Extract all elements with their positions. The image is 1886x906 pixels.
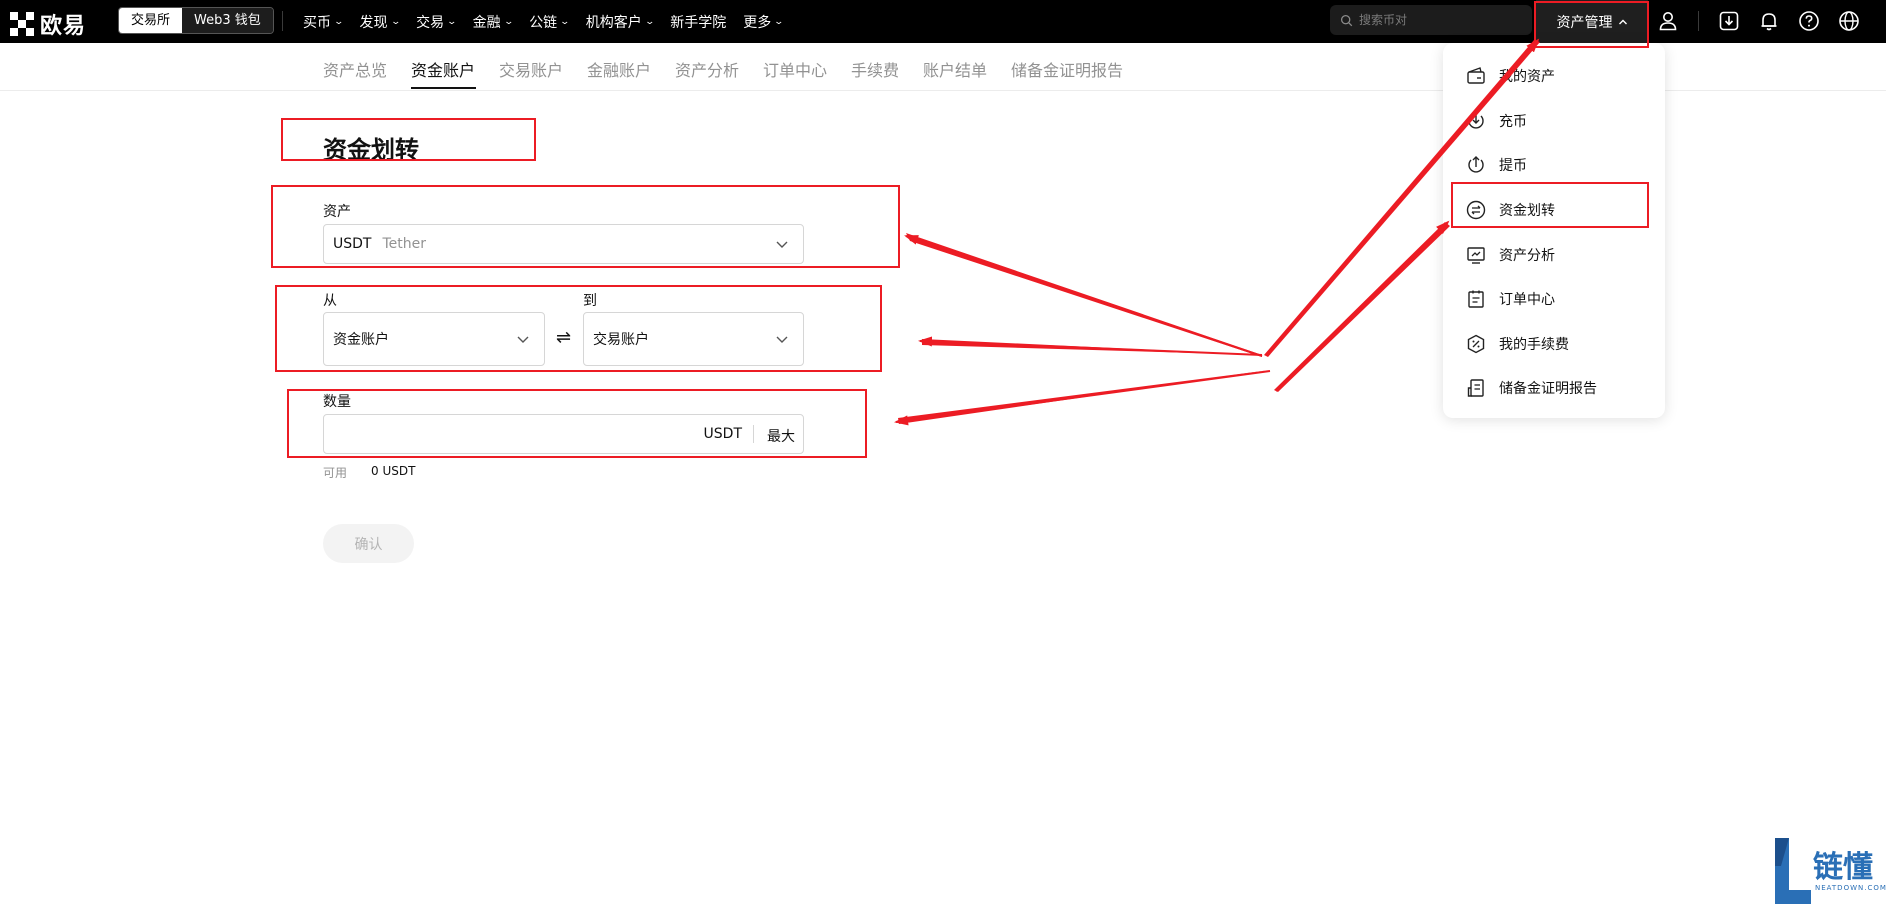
order-center-icon [1468,290,1484,308]
annotation-box-asset-management [1534,1,1649,48]
chevron-down-icon: ⌄ [644,16,655,27]
divider [282,11,283,31]
bell-icon[interactable] [1757,9,1781,33]
tab-earn-account[interactable]: 金融账户 [587,57,651,81]
okx-logo[interactable]: 欧易 [10,8,86,40]
chevron-down-icon: ⌄ [390,16,401,27]
menu-item-withdraw[interactable]: 提币 [1465,150,1527,180]
menu-item-label: 我的资产 [1499,69,1555,85]
menu-item-label: 提币 [1499,158,1527,174]
menu-item-proof-of-reserves[interactable]: 储备金证明报告 [1465,373,1597,403]
tab-funding-account[interactable]: 资金账户 [411,57,475,81]
platform-switcher: 交易所 Web3 钱包 [118,7,274,34]
tab-trading-account[interactable]: 交易账户 [499,57,563,81]
asset-management-dropdown: 我的资产 充币 提币 资金划转 资产分析 订单中心 我的手续费 储备金证明报告 [1443,43,1665,418]
nav-item-discover[interactable]: 发现 ⌄ [359,12,401,32]
segment-exchange[interactable]: 交易所 [119,8,183,33]
nav-item-finance[interactable]: 金融 ⌄ [472,12,514,32]
nav-item-institutional[interactable]: 机构客户 ⌄ [585,12,655,32]
watermark-logo-icon [1775,838,1811,904]
nav-label: 发现 [359,14,388,31]
nav-label: 金融 [472,14,501,31]
download-app-icon[interactable] [1717,9,1741,33]
nav-label: 机构客户 [585,14,642,31]
chevron-down-icon: ⌄ [333,16,345,27]
tab-statements[interactable]: 账户结单 [923,57,987,81]
menu-item-label: 储备金证明报告 [1499,381,1597,397]
chevron-down-icon: ⌄ [503,16,514,27]
deposit-icon [1468,113,1484,129]
help-icon[interactable] [1797,9,1821,33]
nav-item-academy[interactable]: 新手学院 [670,12,726,32]
analysis-icon [1467,247,1485,264]
tab-proof-of-reserves[interactable]: 储备金证明报告 [1011,57,1123,81]
globe-icon[interactable] [1837,9,1861,33]
active-tab-indicator [411,87,476,89]
reserve-report-icon [1467,379,1484,397]
menu-item-label: 充币 [1499,114,1527,130]
nav-label: 公链 [529,14,558,31]
menu-item-asset-analysis[interactable]: 资产分析 [1465,240,1555,270]
nav-label: 更多 [743,14,772,31]
confirm-button[interactable]: 确认 [323,524,414,563]
segment-web3-wallet[interactable]: Web3 钱包 [182,8,273,33]
chevron-down-icon: ⌄ [446,16,458,27]
tab-order-center[interactable]: 订单中心 [763,57,827,81]
available-label: 可用 [323,466,348,480]
annotation-box-asset [271,185,900,268]
watermark-subtext: NEATDOWN.COM [1815,884,1886,892]
chevron-down-icon: ⌄ [773,16,785,27]
annotation-box-transfer-menu-item [1451,182,1649,228]
available-balance: 0 USDT [371,464,416,478]
menu-item-label: 订单中心 [1499,292,1555,308]
nav-item-trade[interactable]: 交易 ⌄ [416,12,458,32]
menu-item-my-fees[interactable]: 我的手续费 [1465,329,1569,359]
nav-item-more[interactable]: 更多 ⌄ [743,12,785,32]
wallet-icon [1467,67,1485,84]
logo-mark-icon [10,12,34,36]
nav-label: 新手学院 [670,14,727,31]
watermark-text: 链懂 [1813,850,1873,885]
user-icon[interactable] [1656,9,1680,33]
annotation-box-title [281,118,536,161]
main-nav: 买币 ⌄ 发现 ⌄ 交易 ⌄ 金融 ⌄ 公链 ⌄ 机构客户 ⌄ 新手学院 更多 ⌄ [303,0,800,43]
menu-item-order-center[interactable]: 订单中心 [1465,284,1555,314]
arrow-to-asset [906,233,1262,357]
menu-item-label: 资产分析 [1499,248,1555,264]
logo-text: 欧易 [40,14,87,39]
tab-asset-overview[interactable]: 资产总览 [323,57,387,81]
arrow-to-accounts [922,339,1262,355]
tab-asset-analysis[interactable]: 资产分析 [675,57,739,81]
watermark: 链懂 NEATDOWN.COM [1771,836,1886,906]
annotation-box-amount [287,389,867,458]
nav-item-buy-crypto[interactable]: 买币 ⌄ [303,12,345,32]
menu-item-my-assets[interactable]: 我的资产 [1465,61,1555,91]
annotation-box-accounts [275,285,882,372]
search-box[interactable] [1330,5,1532,35]
menu-item-label: 我的手续费 [1499,337,1569,353]
nav-item-chain[interactable]: 公链 ⌄ [529,12,571,32]
nav-label: 交易 [416,14,445,31]
chevron-down-icon: ⌄ [559,16,571,27]
search-icon [1340,14,1353,26]
nav-label: 买币 [303,14,331,31]
search-input[interactable] [1359,13,1509,27]
arrow-to-transfer-item [1274,222,1450,392]
withdraw-icon [1468,156,1484,173]
fee-icon [1467,334,1485,354]
divider [1698,11,1699,31]
tab-fees[interactable]: 手续费 [851,57,899,81]
arrow-to-amount [898,370,1270,424]
menu-item-deposit[interactable]: 充币 [1465,106,1527,136]
